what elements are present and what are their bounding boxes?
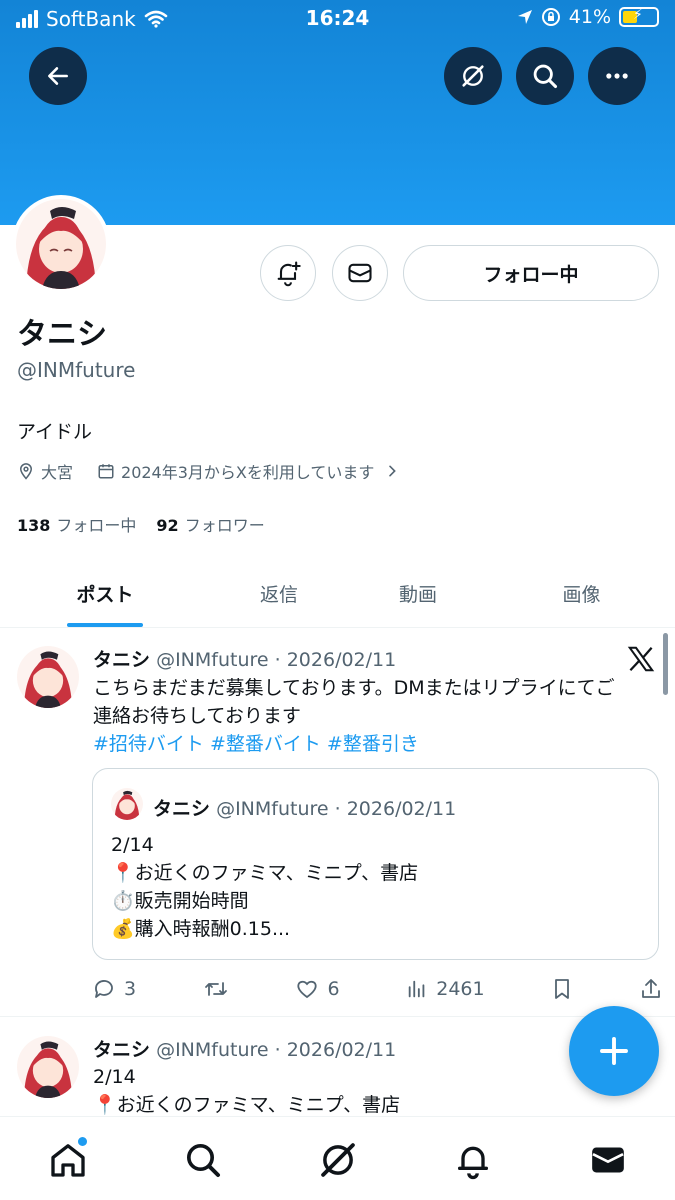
envelope-icon [348, 263, 372, 283]
post-hashtags[interactable]: #招待バイト #整番バイト #整番引き [93, 730, 663, 758]
views-button[interactable]: 2461 [406, 978, 485, 1000]
grok-button[interactable] [444, 47, 502, 105]
bell-plus-icon [277, 261, 301, 287]
more-button[interactable] [588, 47, 646, 105]
profile-meta: 大宮 2024年3月からXを利用しています [17, 459, 400, 483]
avatar-image [17, 646, 79, 708]
follow-stats: 138 フォロー中 92 フォロワー [17, 512, 265, 536]
bell-icon [457, 1146, 488, 1180]
profile-tabs: ポスト 返信 動画 画像 [0, 560, 675, 628]
avatar-image [17, 1036, 79, 1098]
location-pin-icon [19, 463, 33, 480]
tab-replies[interactable]: 返信 [210, 560, 348, 627]
reply-icon [95, 980, 113, 998]
avatar-image [16, 199, 106, 289]
followers-stat[interactable]: 92 フォロワー [156, 512, 264, 536]
grok-icon [320, 1143, 355, 1177]
search-icon [186, 1144, 220, 1177]
bio: アイドル [17, 421, 93, 443]
post-date[interactable]: 2026/02/11 [287, 1039, 397, 1061]
search-button[interactable] [516, 47, 574, 105]
post-date[interactable]: 2026/02/11 [287, 649, 397, 671]
nav-notifications[interactable] [448, 1135, 498, 1185]
tab-images[interactable]: 画像 [488, 560, 675, 627]
plus-icon [600, 1037, 628, 1065]
share-icon [642, 979, 660, 998]
post-avatar[interactable] [17, 646, 79, 708]
nav-grok[interactable] [313, 1135, 363, 1185]
reply-button[interactable]: 3 [92, 977, 136, 1001]
following-stat[interactable]: 138 フォロー中 [17, 512, 136, 536]
repost-icon [204, 982, 227, 996]
views-icon [409, 980, 425, 998]
post-header: タニシ @INMfuture · 2026/02/11 [93, 649, 397, 671]
quote-avatar [111, 788, 143, 820]
tab-videos[interactable]: 動画 [348, 560, 488, 627]
status-bar: SoftBank 16:24 41% ⚡ [0, 0, 675, 38]
post-author[interactable]: タニシ [93, 1039, 150, 1061]
post-avatar[interactable] [17, 1036, 79, 1098]
battery-percent: 41% [568, 6, 611, 28]
following-button[interactable]: フォロー中 [403, 245, 659, 301]
reply-count: 3 [124, 978, 137, 1000]
chevron-right-icon[interactable] [384, 463, 400, 479]
message-button[interactable] [332, 245, 388, 301]
envelope-filled-icon [591, 1147, 624, 1173]
quoted-post[interactable]: タニシ @INMfuture · 2026/02/11 2/14 📍お近くのファ… [92, 768, 659, 960]
heart-icon [297, 980, 318, 999]
arrow-left-icon [48, 67, 68, 85]
view-count: 2461 [436, 978, 485, 1000]
nav-home[interactable] [43, 1135, 93, 1185]
avatar-image [111, 788, 143, 820]
quote-body: 2/14 📍お近くのファミマ、ミニプ、書店 ⏱️販売開始時間 💰購入時報酬0.1… [111, 834, 419, 940]
repost-button[interactable] [203, 977, 229, 1001]
share-button[interactable] [640, 977, 662, 1001]
bottom-navigation [0, 1116, 675, 1200]
nav-messages[interactable] [583, 1135, 633, 1185]
post-handle[interactable]: @INMfuture [156, 649, 269, 671]
like-button[interactable]: 6 [295, 977, 340, 1001]
notify-button[interactable] [260, 245, 316, 301]
search-icon [533, 64, 558, 89]
profile-avatar[interactable] [12, 195, 110, 293]
post-divider [0, 1016, 675, 1017]
scrollbar[interactable] [663, 633, 668, 695]
bookmark-button[interactable] [551, 977, 573, 1001]
joined-date: 2024年3月からXを利用しています [121, 463, 375, 482]
home-icon [50, 1144, 85, 1177]
tab-posts[interactable]: ポスト [0, 560, 210, 627]
post-actions: 3 6 2461 [92, 974, 662, 1004]
notification-dot [77, 1137, 87, 1146]
quote-header: タニシ @INMfuture · 2026/02/11 [153, 798, 457, 820]
grok-icon [462, 65, 484, 87]
post-handle[interactable]: @INMfuture [156, 1039, 269, 1061]
post-text: こちらまだまだ募集しております。DMまたはリプライにてご 連絡お待ちしております… [93, 674, 663, 758]
back-button[interactable] [29, 47, 87, 105]
user-handle: @INMfuture [17, 358, 136, 382]
orientation-lock-icon [541, 8, 560, 26]
location-label: 大宮 [41, 463, 74, 482]
location-arrow-icon [517, 10, 532, 24]
like-count: 6 [327, 978, 340, 1000]
x-logo-icon [627, 646, 655, 672]
compose-button[interactable] [569, 1006, 659, 1096]
more-icon [606, 73, 628, 79]
nav-search[interactable] [178, 1135, 228, 1185]
post-author[interactable]: タニシ [93, 649, 150, 671]
calendar-icon [98, 464, 114, 479]
bookmark-icon [555, 979, 570, 999]
display-name: タニシ [17, 317, 107, 352]
post-header: タニシ @INMfuture · 2026/02/11 [93, 1039, 397, 1061]
battery-icon: ⚡ [619, 7, 659, 27]
